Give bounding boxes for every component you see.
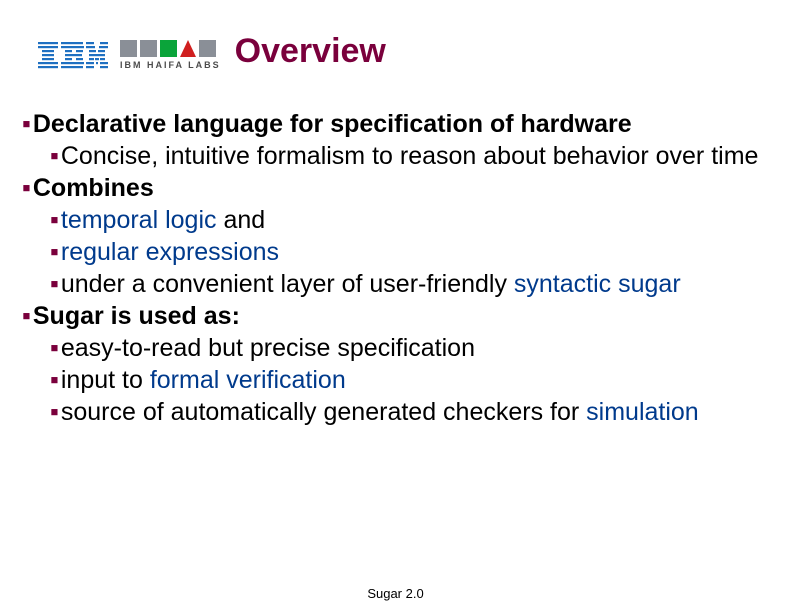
bullet-level1: ▪Sugar is used as: bbox=[22, 300, 771, 332]
slide: IBM HAIFA LABS Overview ▪Declarative lan… bbox=[0, 0, 791, 609]
bullet-text: Sugar is used as: bbox=[33, 302, 240, 330]
term-temporal-logic: temporal logic bbox=[61, 206, 217, 234]
bullet-level1: ▪Declarative language for specification … bbox=[22, 108, 771, 140]
bullet-level2: ▪temporal logic and bbox=[50, 204, 771, 236]
term-syntactic-sugar: syntactic sugar bbox=[514, 270, 681, 298]
bullet-level2: ▪regular expressions bbox=[50, 236, 771, 268]
slide-content: ▪Declarative language for specification … bbox=[22, 108, 771, 428]
bullet-level2: ▪under a convenient layer of user-friend… bbox=[50, 268, 771, 300]
slide-title: Overview bbox=[235, 34, 386, 70]
haifa-labs-logo: IBM HAIFA LABS bbox=[120, 40, 221, 70]
bullet-level1: ▪Combines bbox=[22, 172, 771, 204]
bullet-level2: ▪Concise, intuitive formalism to reason … bbox=[50, 140, 771, 172]
bullet-text: Combines bbox=[33, 174, 154, 202]
term-simulation: simulation bbox=[586, 398, 699, 426]
bullet-text: easy-to-read but precise specification bbox=[61, 334, 475, 362]
bullet-text: Concise, intuitive formalism to reason a… bbox=[61, 142, 759, 170]
bullet-text: Declarative language for specification o… bbox=[33, 110, 632, 138]
slide-footer: Sugar 2.0 bbox=[0, 586, 791, 601]
bullet-text: and bbox=[217, 206, 266, 234]
haifa-labs-text: IBM HAIFA LABS bbox=[120, 60, 221, 70]
bullet-text: under a convenient layer of user-friendl… bbox=[61, 270, 514, 298]
ibm-logo-icon bbox=[38, 42, 108, 70]
bullet-level2: ▪input to formal verification bbox=[50, 364, 771, 396]
slide-header: IBM HAIFA LABS Overview bbox=[38, 24, 771, 70]
term-formal-verification: formal verification bbox=[150, 366, 346, 394]
haifa-shapes-icon bbox=[120, 40, 216, 57]
bullet-level2: ▪source of automatically generated check… bbox=[50, 396, 771, 428]
bullet-level2: ▪easy-to-read but precise specification bbox=[50, 332, 771, 364]
bullet-text: source of automatically generated checke… bbox=[61, 398, 586, 426]
term-regular-expressions: regular expressions bbox=[61, 238, 279, 266]
bullet-text: input to bbox=[61, 366, 150, 394]
